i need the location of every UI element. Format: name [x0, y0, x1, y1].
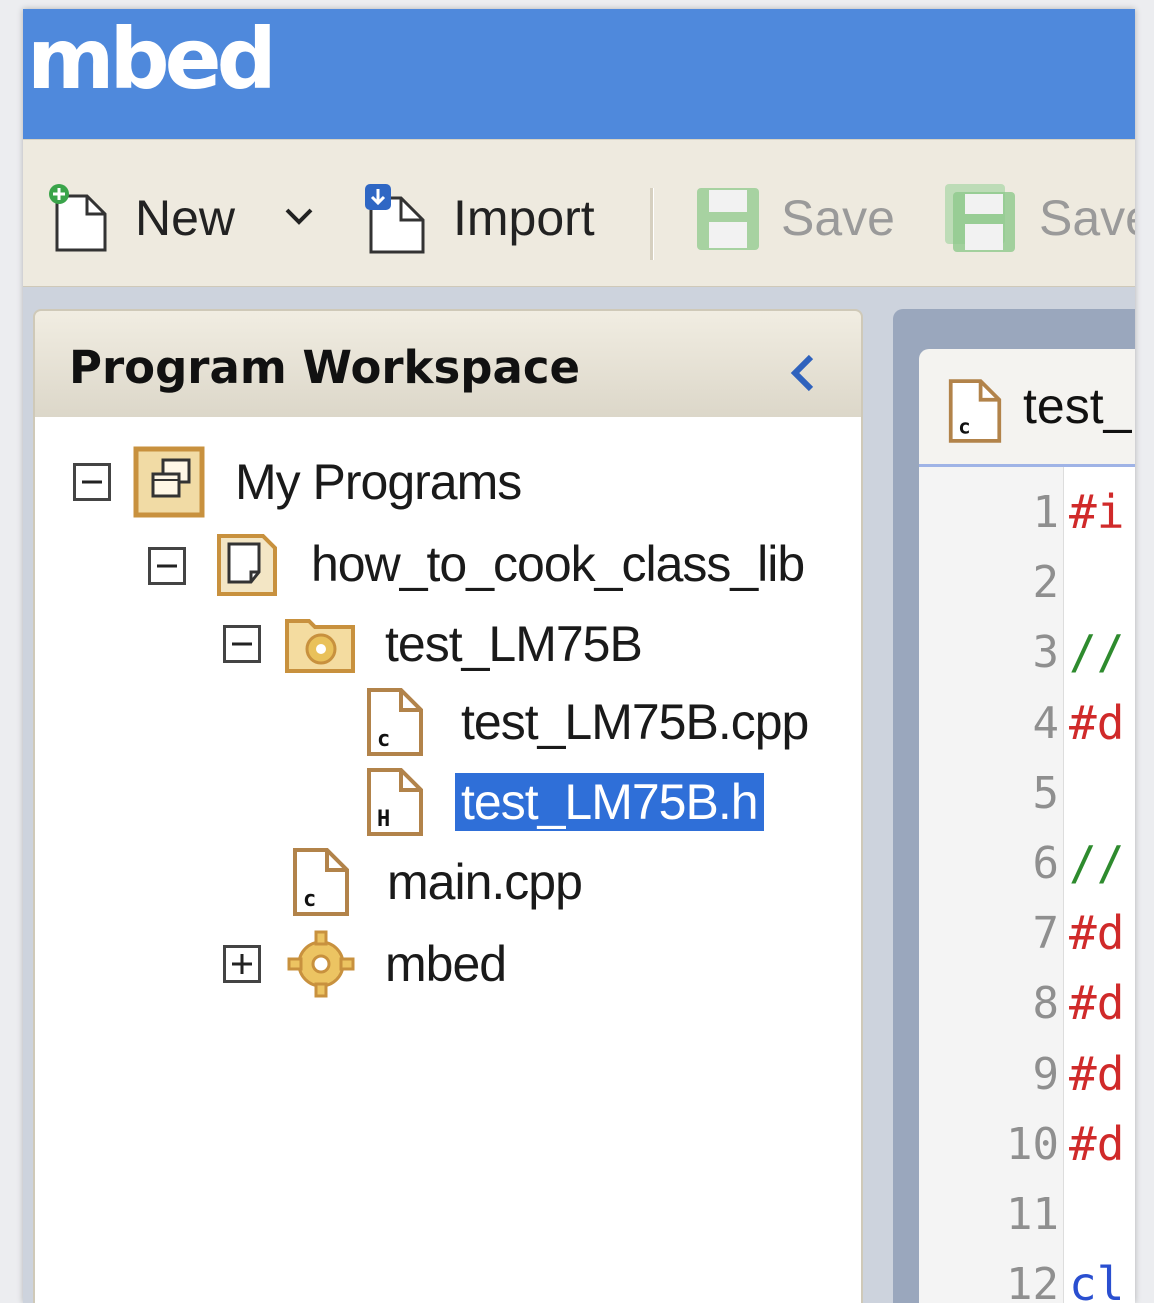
code-text: #d	[1069, 695, 1125, 750]
line-number: 4	[1032, 697, 1060, 749]
tree-node-program[interactable]: how_to_cook_class_lib	[211, 529, 805, 599]
code-line: 1 #i	[919, 481, 1135, 551]
code-line: 11	[919, 1183, 1135, 1253]
tree-node-mbed-library[interactable]: mbed	[283, 929, 507, 999]
cpp-file-icon: c	[367, 688, 423, 756]
mbed-app-window: mbed New Import Save Sav Program Workspa…	[23, 9, 1135, 1303]
code-line: 7 #d	[919, 902, 1135, 972]
tree-node-label: mbed	[385, 936, 507, 992]
code-line: 4 #d	[919, 692, 1135, 762]
code-text: #d	[1069, 1046, 1125, 1101]
save-button-label: Save	[781, 190, 895, 246]
workspace-header: Program Workspace	[33, 309, 863, 419]
toolbar-separator	[650, 188, 654, 260]
workspace-tree: My Programs how_to_cook_class_lib test_L…	[33, 417, 863, 1303]
tree-node-label: main.cpp	[387, 854, 583, 910]
svg-text:H: H	[377, 807, 390, 832]
svg-text:c: c	[377, 727, 390, 752]
code-line: 9 #d	[919, 1043, 1135, 1113]
code-text: #d	[1069, 1116, 1125, 1171]
line-number: 5	[1032, 767, 1060, 819]
svg-text:c: c	[958, 414, 970, 438]
code-text: #i	[1069, 485, 1125, 539]
code-line: 6//	[919, 832, 1135, 902]
tree-node-label-selected: test_LM75B.h	[455, 773, 764, 831]
workspace-folder-icon	[133, 446, 205, 518]
code-line: 2	[919, 551, 1135, 621]
code-line: 8 #d	[919, 972, 1135, 1042]
tree-node-file-h-selected[interactable]: H test_LM75B.h	[365, 767, 764, 837]
workspace-title: Program Workspace	[69, 341, 581, 394]
code-text: //	[1069, 625, 1125, 680]
save-disk-icon	[697, 188, 759, 250]
expand-toggle-icon[interactable]	[223, 945, 261, 983]
tree-node-label: test_LM75B	[385, 616, 643, 672]
program-workspace-panel: Program Workspace My Programs how_to_coo…	[33, 309, 863, 1303]
line-number: 2	[1032, 557, 1060, 609]
collapse-chevron-left-icon[interactable]	[783, 351, 823, 395]
new-file-icon	[49, 184, 107, 252]
save-all-button-label: Save	[1039, 190, 1135, 246]
tree-node-label: how_to_cook_class_lib	[311, 536, 805, 592]
chevron-down-icon[interactable]	[279, 196, 319, 236]
import-button[interactable]: Import	[361, 182, 595, 254]
code-line: 12 cl	[919, 1253, 1135, 1303]
code-text: #d	[1069, 906, 1125, 961]
cpp-file-icon: c	[293, 848, 349, 916]
tree-node-my-programs[interactable]: My Programs	[133, 446, 522, 518]
library-folder-gear-icon	[285, 619, 355, 673]
code-text: cl	[1069, 1257, 1125, 1303]
svg-text:c: c	[303, 887, 316, 912]
tree-node-main-cpp[interactable]: c main.cpp	[291, 847, 583, 917]
tree-node-label: My Programs	[235, 454, 522, 510]
save-all-disk-icon	[945, 184, 1015, 252]
new-button[interactable]: New	[43, 182, 235, 254]
program-icon	[217, 534, 277, 596]
line-number: 12	[1006, 1259, 1059, 1303]
tree-node-label: test_LM75B.cpp	[461, 694, 809, 750]
title-bar: mbed	[23, 9, 1135, 139]
tree-node-file-cpp[interactable]: c test_LM75B.cpp	[365, 687, 809, 757]
collapse-toggle-icon[interactable]	[148, 547, 186, 585]
gear-icon	[287, 930, 355, 998]
new-button-label: New	[135, 190, 236, 246]
collapse-toggle-icon[interactable]	[223, 625, 261, 663]
line-number: 6	[1032, 838, 1060, 889]
save-button[interactable]: Save	[695, 182, 895, 254]
toolbar: New Import Save Sav	[23, 139, 1135, 287]
tree-node-folder[interactable]: test_LM75B	[283, 609, 643, 679]
code-line: 3//	[919, 621, 1135, 691]
cpp-file-icon: c	[948, 379, 1002, 443]
code-line: 10 #d	[919, 1113, 1135, 1183]
save-all-button[interactable]: Save	[943, 182, 1135, 254]
import-button-label: Import	[453, 190, 595, 246]
editor-panel: c test_ 1 #i 2 3//4 #d 5 6//7 #d 8 #d 9 #d 10 #d 11 12 c…	[893, 309, 1135, 1303]
line-number: 9	[1032, 1048, 1060, 1100]
code-line: 5	[919, 762, 1135, 832]
mbed-logo: mbed	[27, 10, 277, 108]
line-number: 11	[1006, 1189, 1059, 1240]
import-icon	[365, 184, 425, 254]
header-file-icon: H	[367, 768, 423, 836]
code-text: //	[1069, 836, 1125, 890]
line-number: 1	[1032, 487, 1060, 538]
line-number: 8	[1032, 978, 1060, 1030]
line-number: 7	[1032, 908, 1060, 960]
collapse-toggle-icon[interactable]	[73, 463, 111, 501]
line-number: 10	[1006, 1118, 1059, 1170]
line-number: 3	[1032, 627, 1060, 679]
code-text: #d	[1069, 976, 1125, 1031]
code-editor[interactable]: 1 #i 2 3//4 #d 5 6//7 #d 8 #d 9 #d 10 #d 11 12 cl	[919, 467, 1135, 1303]
editor-tab-label: test_	[1023, 378, 1132, 434]
editor-tab[interactable]: c test_	[919, 349, 1135, 467]
